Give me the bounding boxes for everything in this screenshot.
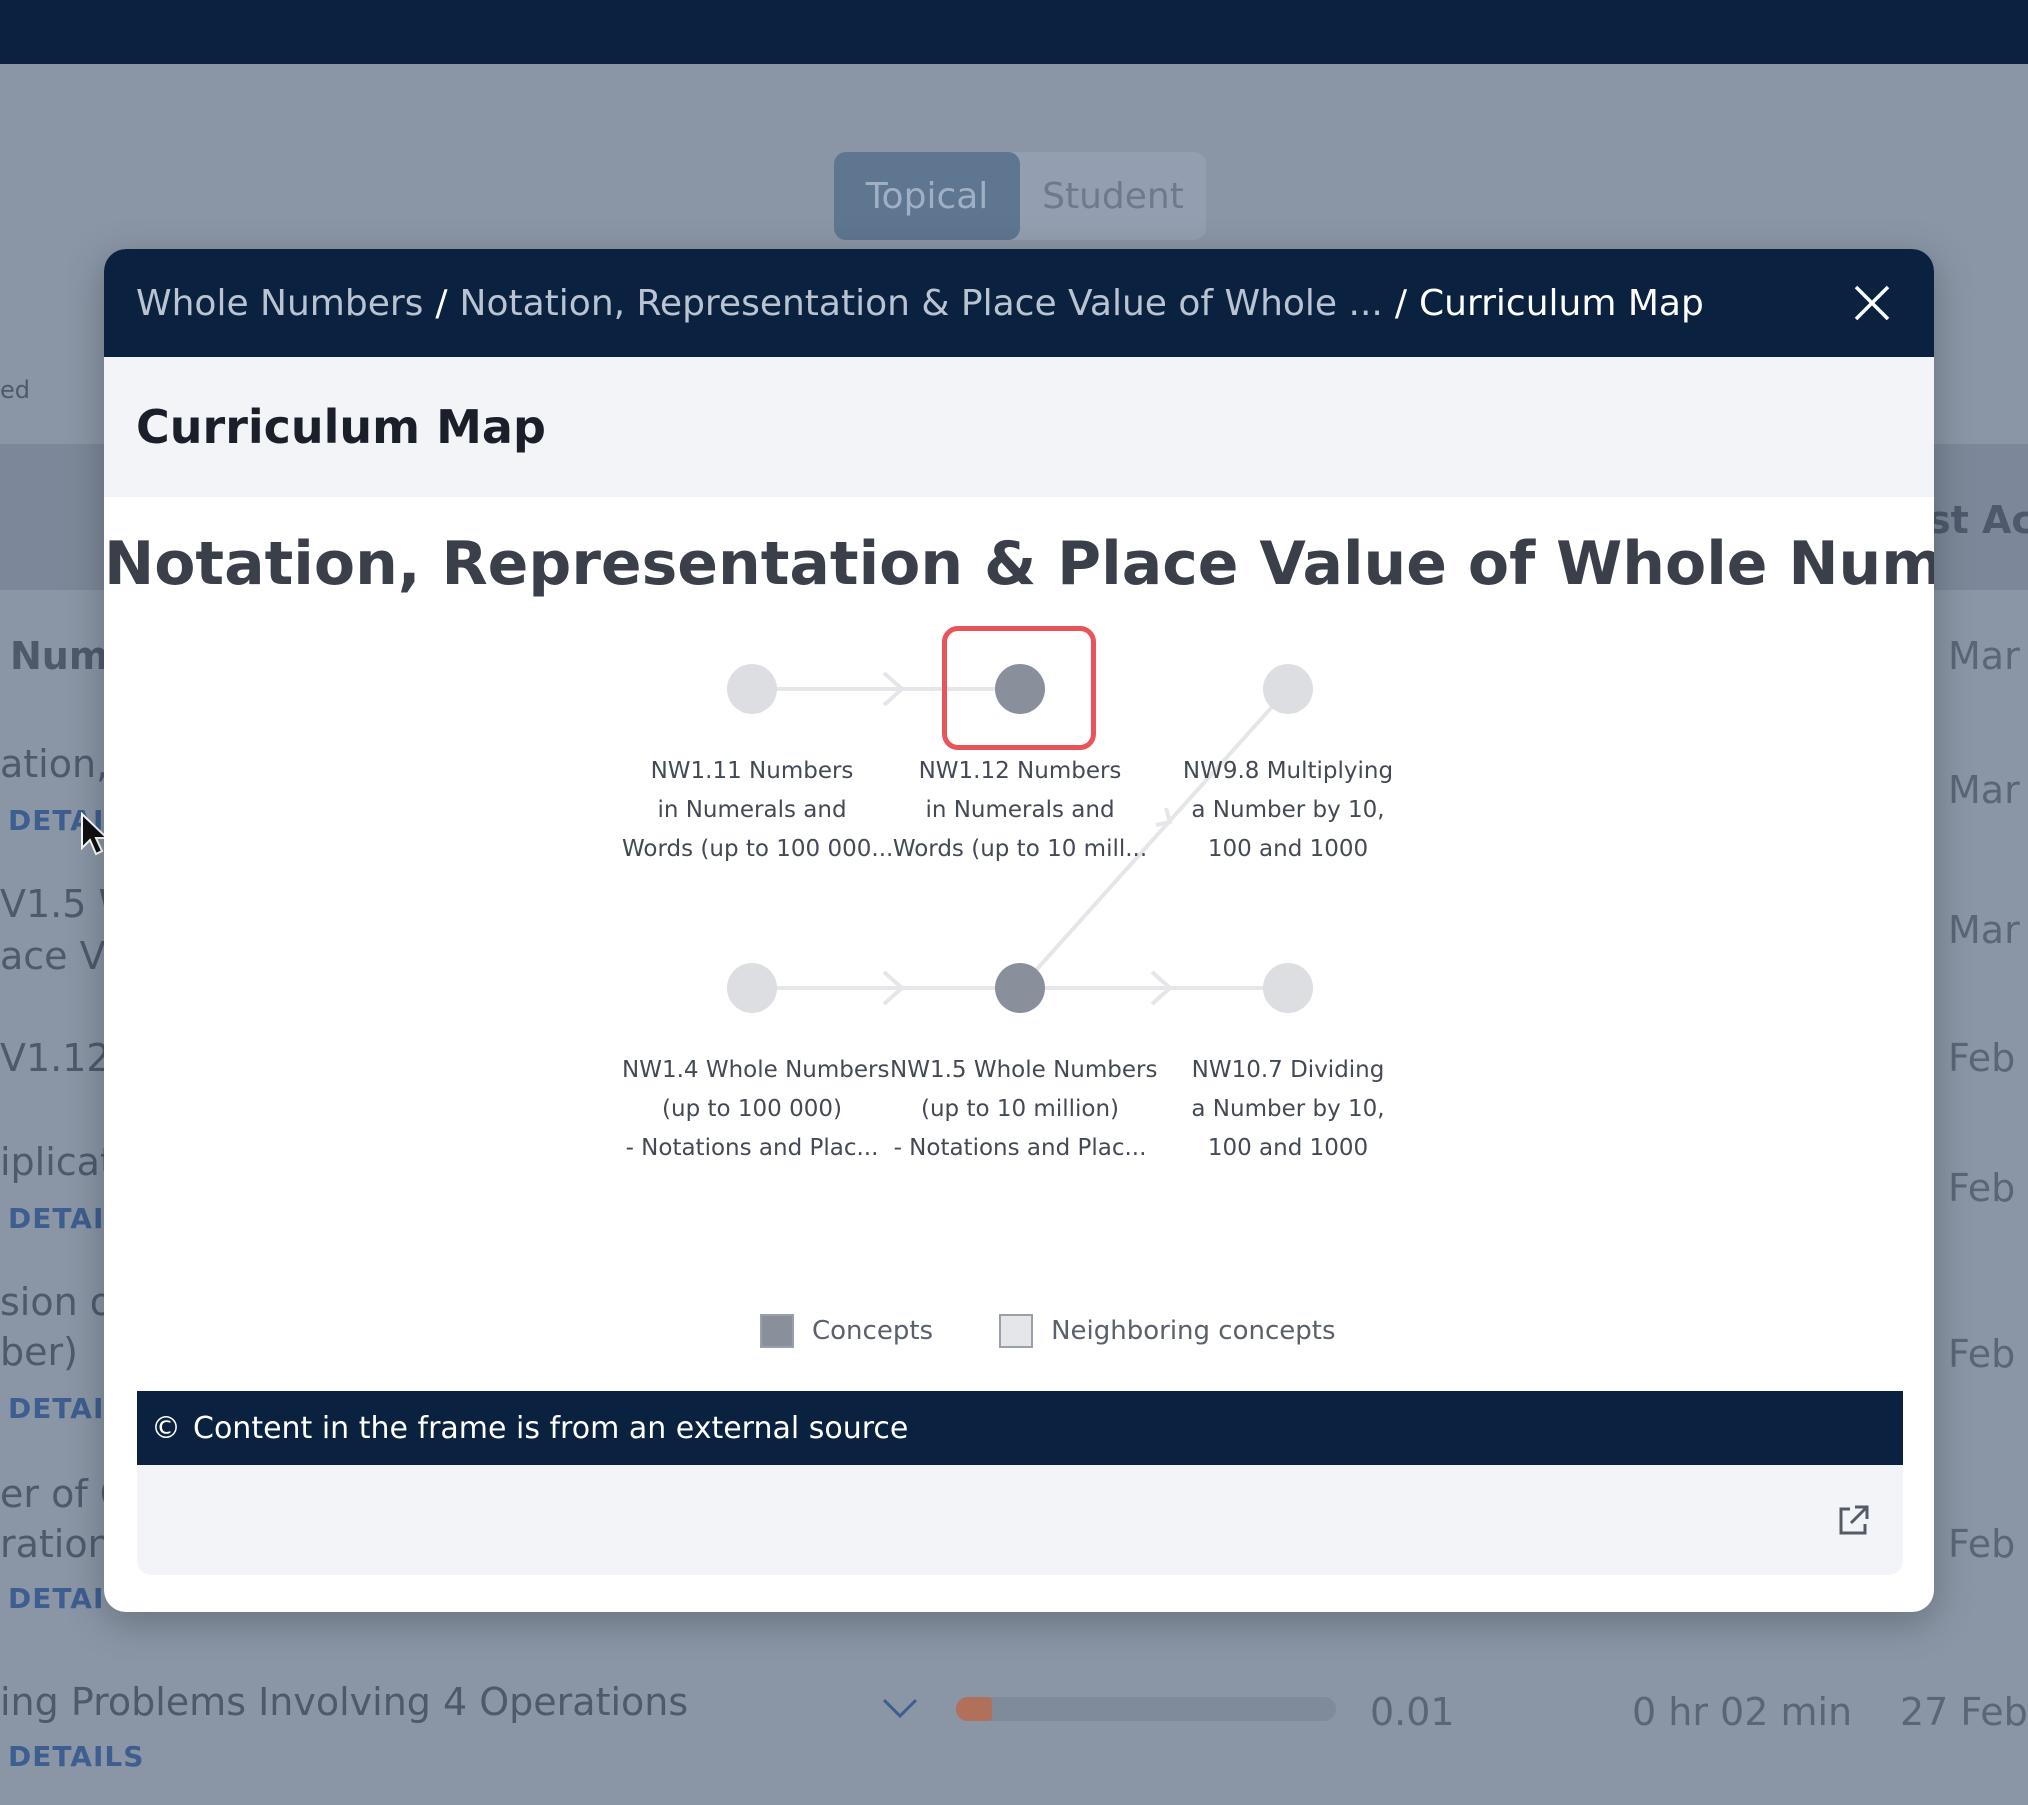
view-toggle[interactable]: Topical Student [834,152,1206,240]
label-line: NW10.7 Dividing [1191,1057,1385,1083]
curriculum-map-modal: Whole Numbers / Notation, Representation… [104,249,1934,1612]
node-nw1-5[interactable] [995,963,1045,1013]
toggle-topical[interactable]: Topical [834,152,1020,240]
details-link[interactable]: DETAIL [8,1392,104,1425]
bg-fragment: ber) [0,1330,78,1374]
label-line: (up to 10 million) [920,1096,1120,1122]
node-nw9-8[interactable] [1263,664,1313,714]
node-label-nw9-8[interactable]: NW9.8 Multiplying a Number by 10, 100 an… [1158,752,1418,869]
label-line: NW1.5 Whole Numbers [890,1057,1158,1083]
bg-fragment: ation, R [0,742,104,786]
bg-fragment: V1.5 W [0,882,104,926]
label-line: a Number by 10, [1191,1096,1385,1122]
progress-fill [956,1697,992,1721]
label-line: (up to 100 000) [662,1096,842,1122]
node-nw1-11[interactable] [727,664,777,714]
external-link-icon[interactable] [1833,1501,1873,1541]
legend-swatch-concepts [760,1314,794,1348]
bg-fragment: ace Val [0,934,104,978]
node-label-nw1-5[interactable]: NW1.5 Whole Numbers (up to 10 million) -… [890,1051,1158,1168]
label-line: NW1.12 Numbers [918,758,1122,784]
bg-date: 27 Feb 2 [1900,1690,2028,1734]
external-source-text: Content in the frame is from an external… [193,1410,909,1446]
bg-row-title: ing Problems Involving 4 Operations [0,1680,689,1724]
copyright-icon: © [151,1410,181,1446]
bg-fragment: rations [0,1522,104,1566]
top-nav-bar [0,0,2028,64]
selection-highlight [942,626,1096,750]
label-line: a Number by 10, [1191,797,1385,823]
details-link[interactable]: DETAILS [8,1740,144,1773]
node-nw1-4[interactable] [727,963,777,1013]
label-line: - Notations and Plac... [893,1135,1147,1161]
label-line: NW9.8 Multiplying [1182,758,1394,784]
map-legend: Concepts Neighboring concepts [760,1314,1402,1348]
label-line: Words (up to 10 mill... [892,836,1148,862]
toggle-student[interactable]: Student [1020,152,1206,240]
label-line: 100 and 1000 [1207,1135,1369,1161]
bg-score: 0.01 [1370,1690,1455,1734]
legend-label: Concepts [812,1316,934,1346]
legend-neighboring: Neighboring concepts [999,1314,1336,1348]
external-source-notice: © Content in the frame is from an extern… [137,1391,1903,1465]
node-label-nw1-12[interactable]: NW1.12 Numbers in Numerals and Words (up… [890,752,1150,869]
legend-concepts: Concepts [760,1314,933,1348]
bg-fragment: Numb [10,634,104,678]
bg-date: Mar 2 [1948,768,2028,812]
bg-fragment: er of O [0,1472,104,1516]
external-frame-footer [137,1465,1903,1575]
progress-track [956,1697,1336,1721]
right-background-column: st Acc Mar 2 Mar 2 Mar 2 Feb 2 Feb 2 Feb… [1934,0,2028,1805]
label-line: NW1.4 Whole Numbers [622,1057,890,1083]
bg-date: Feb 2 [1948,1332,2028,1376]
left-background-column: ed Numb ation, R DETAIL V1.5 W ace Val V… [0,0,104,1805]
bg-date: Feb 2 [1948,1036,2028,1080]
label-line: NW1.11 Numbers [650,758,854,784]
bg-date: Feb 2 [1948,1522,2028,1566]
bg-date: Feb 2 [1948,1166,2028,1210]
label-line: Words (up to 100 000... [622,836,894,862]
details-link[interactable]: DETAIL [8,1202,104,1235]
node-label-nw1-4[interactable]: NW1.4 Whole Numbers (up to 100 000) - No… [622,1051,890,1168]
bg-date: Mar 2 [1948,908,2028,952]
label-line: - Notations and Plac... [625,1135,879,1161]
bg-time: 0 hr 02 min [1632,1690,1853,1734]
column-header-last-accessed: st Acc [1934,498,2028,542]
label-line: in Numerals and [657,797,847,823]
node-label-nw10-7[interactable]: NW10.7 Dividing a Number by 10, 100 and … [1158,1051,1418,1168]
label-line: in Numerals and [925,797,1115,823]
legend-swatch-neighboring [999,1314,1034,1348]
chevron-down-icon[interactable] [880,1696,920,1722]
bg-fragment: sion of [0,1280,104,1324]
node-nw10-7[interactable] [1263,963,1313,1013]
bg-fragment: iplicati [0,1140,104,1184]
label-line: 100 and 1000 [1207,836,1369,862]
bg-fragment: V1.12 I [0,1036,104,1080]
node-label-nw1-11[interactable]: NW1.11 Numbers in Numerals and Words (up… [622,752,894,869]
legend-label: Neighboring concepts [1051,1316,1336,1346]
bg-date: Mar 2 [1948,634,2028,678]
bg-fragment: ed [0,376,30,404]
